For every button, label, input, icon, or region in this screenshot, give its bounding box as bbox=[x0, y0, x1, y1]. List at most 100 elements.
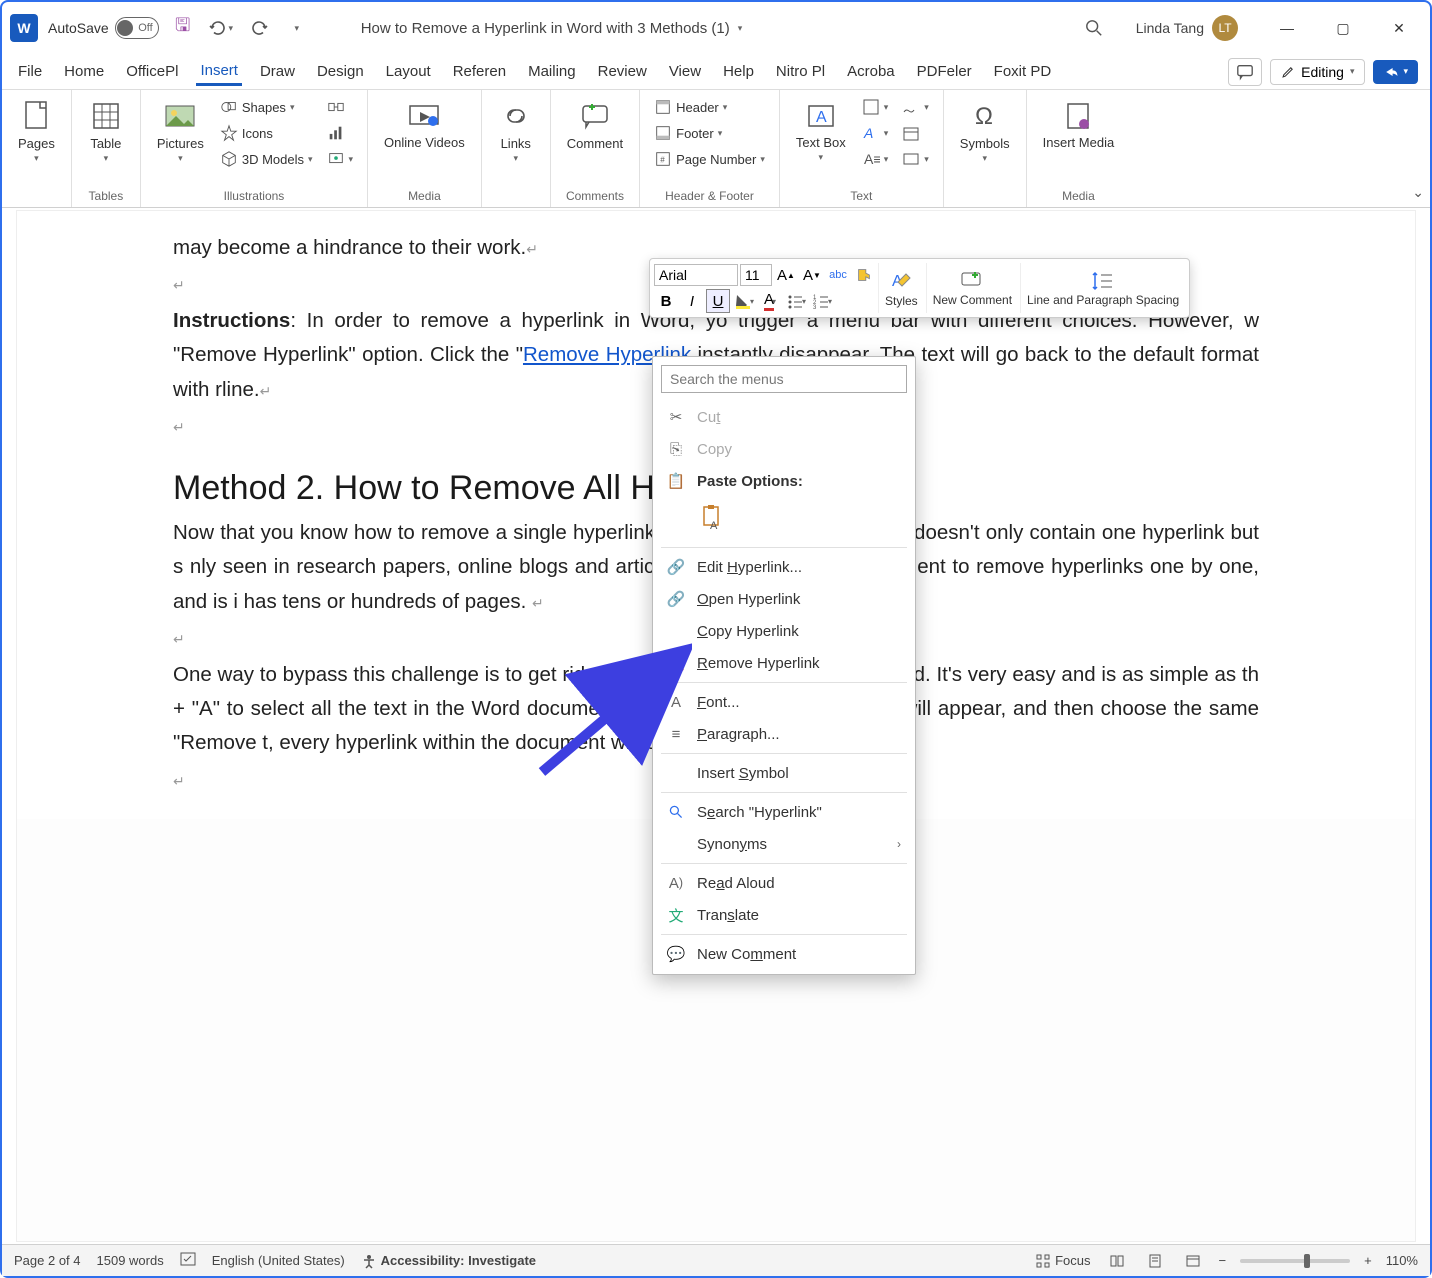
italic-button[interactable]: I bbox=[680, 289, 704, 313]
font-color-button[interactable]: A▾ bbox=[758, 289, 782, 313]
comments-pane-button[interactable] bbox=[1228, 58, 1262, 86]
redo-button[interactable] bbox=[245, 14, 273, 42]
format-painter-button[interactable] bbox=[852, 263, 876, 287]
maximize-button[interactable]: ▢ bbox=[1320, 8, 1366, 48]
autosave-toggle[interactable]: AutoSave Off bbox=[48, 17, 159, 39]
smartart-button[interactable] bbox=[323, 96, 358, 118]
ctx-edit-hyperlink[interactable]: 🔗Edit Hyperlink... bbox=[653, 551, 915, 583]
tab-home[interactable]: Home bbox=[60, 59, 108, 84]
ctx-font[interactable]: AFont... bbox=[653, 686, 915, 718]
drop-cap-button[interactable]: A≡▾ bbox=[858, 148, 893, 170]
mini-size-input[interactable] bbox=[740, 264, 772, 286]
status-focus[interactable]: Focus bbox=[1035, 1253, 1090, 1269]
ctx-copy-hyperlink[interactable]: Copy Hyperlink bbox=[653, 615, 915, 647]
status-page[interactable]: Page 2 of 4 bbox=[14, 1253, 81, 1268]
status-accessibility[interactable]: Accessibility: Investigate bbox=[361, 1253, 536, 1269]
status-proofing-icon[interactable] bbox=[180, 1251, 196, 1270]
online-videos-button[interactable]: Online Videos bbox=[378, 96, 471, 152]
ctx-search-hyperlink[interactable]: Search "Hyperlink" bbox=[653, 796, 915, 828]
search-button[interactable] bbox=[1078, 12, 1110, 44]
tab-references[interactable]: Referen bbox=[449, 59, 510, 84]
zoom-slider[interactable] bbox=[1240, 1259, 1350, 1263]
ctx-paragraph[interactable]: ≡Paragraph... bbox=[653, 718, 915, 750]
tab-review[interactable]: Review bbox=[594, 59, 651, 84]
undo-button[interactable]: ▾ bbox=[207, 14, 235, 42]
signature-line-button[interactable]: ▾ bbox=[898, 96, 933, 118]
share-button[interactable]: ▾ bbox=[1373, 60, 1418, 84]
tab-foxit[interactable]: Foxit PD bbox=[990, 59, 1056, 84]
tab-insert[interactable]: Insert bbox=[196, 58, 242, 86]
context-search-input[interactable]: Search the menus bbox=[661, 365, 907, 393]
ctx-copy[interactable]: ⎘Copy bbox=[653, 433, 915, 465]
mini-font-input[interactable] bbox=[654, 264, 738, 286]
toggle-switch[interactable]: Off bbox=[115, 17, 159, 39]
mini-new-comment-button[interactable]: New Comment bbox=[926, 263, 1018, 313]
text-box-button[interactable]: A Text Box▾ bbox=[790, 96, 852, 170]
ctx-cut[interactable]: ✂Cut bbox=[653, 401, 915, 433]
ctx-read-aloud[interactable]: A)Read Aloud bbox=[653, 867, 915, 899]
3d-models-button[interactable]: 3D Models▾ bbox=[216, 148, 317, 170]
tab-file[interactable]: File bbox=[14, 59, 46, 84]
tab-officepl[interactable]: OfficePl bbox=[122, 59, 182, 84]
tab-draw[interactable]: Draw bbox=[256, 59, 299, 84]
user-account[interactable]: Linda Tang LT bbox=[1136, 15, 1238, 41]
paste-keep-text-button[interactable]: A bbox=[697, 501, 727, 535]
wordart-button[interactable]: A▾ bbox=[858, 122, 893, 144]
mini-line-spacing-button[interactable]: Line and Paragraph Spacing bbox=[1020, 263, 1185, 313]
read-mode-button[interactable] bbox=[1105, 1251, 1129, 1271]
footer-button[interactable]: Footer▾ bbox=[650, 122, 726, 144]
zoom-level[interactable]: 110% bbox=[1386, 1253, 1418, 1268]
highlight-button[interactable]: ▾ bbox=[732, 289, 756, 313]
ctx-insert-symbol[interactable]: Insert Symbol bbox=[653, 757, 915, 789]
minimize-button[interactable]: — bbox=[1264, 8, 1310, 48]
tab-mailings[interactable]: Mailing bbox=[524, 59, 580, 84]
icons-button[interactable]: Icons bbox=[216, 122, 317, 144]
object-button[interactable]: ▾ bbox=[898, 148, 933, 170]
chart-button[interactable] bbox=[323, 122, 358, 144]
bold-button[interactable]: B bbox=[654, 289, 678, 313]
bullets-button[interactable]: ▾ bbox=[784, 289, 808, 313]
shapes-button[interactable]: Shapes▾ bbox=[216, 96, 317, 118]
ctx-remove-hyperlink[interactable]: Remove Hyperlink bbox=[653, 647, 915, 679]
pictures-button[interactable]: Pictures▾ bbox=[151, 96, 210, 170]
tab-view[interactable]: View bbox=[665, 59, 705, 84]
ctx-translate[interactable]: 文Translate bbox=[653, 899, 915, 931]
ctx-open-hyperlink[interactable]: 🔗Open Hyperlink bbox=[653, 583, 915, 615]
mini-styles-button[interactable]: A Styles bbox=[878, 263, 924, 313]
tab-nitro[interactable]: Nitro Pl bbox=[772, 59, 829, 84]
page-number-button[interactable]: #Page Number▾ bbox=[650, 148, 769, 170]
status-words[interactable]: 1509 words bbox=[97, 1253, 164, 1268]
screenshot-button[interactable]: ▾ bbox=[323, 148, 358, 170]
close-button[interactable]: ✕ bbox=[1376, 8, 1422, 48]
table-button[interactable]: Table▾ bbox=[82, 96, 130, 166]
insert-media-button[interactable]: Insert Media bbox=[1037, 96, 1121, 152]
tab-help[interactable]: Help bbox=[719, 59, 758, 84]
grow-font-button[interactable]: A▲ bbox=[774, 263, 798, 287]
ctx-new-comment[interactable]: 💬New Comment bbox=[653, 938, 915, 970]
ctx-synonyms[interactable]: Synonyms› bbox=[653, 828, 915, 860]
web-layout-button[interactable] bbox=[1181, 1251, 1205, 1271]
numbering-button[interactable]: 123▾ bbox=[810, 289, 834, 313]
shrink-font-button[interactable]: A▼ bbox=[800, 263, 824, 287]
links-button[interactable]: Links▾ bbox=[492, 96, 540, 166]
date-time-button[interactable] bbox=[898, 122, 933, 144]
tab-design[interactable]: Design bbox=[313, 59, 368, 84]
header-button[interactable]: Header▾ bbox=[650, 96, 731, 118]
comment-button[interactable]: Comment bbox=[561, 96, 629, 153]
zoom-in-button[interactable]: + bbox=[1364, 1253, 1372, 1268]
quick-parts-button[interactable]: ▾ bbox=[858, 96, 893, 118]
qat-more[interactable]: ▾ bbox=[283, 14, 311, 42]
collapse-ribbon-button[interactable]: ⌄ bbox=[1412, 184, 1424, 201]
symbols-button[interactable]: Ω Symbols▾ bbox=[954, 96, 1016, 166]
editing-mode-button[interactable]: Editing ▾ bbox=[1270, 59, 1365, 85]
underline-button[interactable]: U bbox=[706, 289, 730, 313]
print-layout-button[interactable] bbox=[1143, 1251, 1167, 1271]
save-button[interactable]: 🖫 bbox=[169, 14, 197, 42]
phonetic-guide-button[interactable]: abc bbox=[826, 263, 850, 287]
document-title[interactable]: How to Remove a Hyperlink in Word with 3… bbox=[361, 20, 743, 37]
tab-acrobat[interactable]: Acroba bbox=[843, 59, 899, 84]
tab-layout[interactable]: Layout bbox=[382, 59, 435, 84]
tab-pdfelement[interactable]: PDFeler bbox=[913, 59, 976, 84]
status-language[interactable]: English (United States) bbox=[212, 1253, 345, 1268]
pages-button[interactable]: Pages▾ bbox=[12, 96, 61, 166]
